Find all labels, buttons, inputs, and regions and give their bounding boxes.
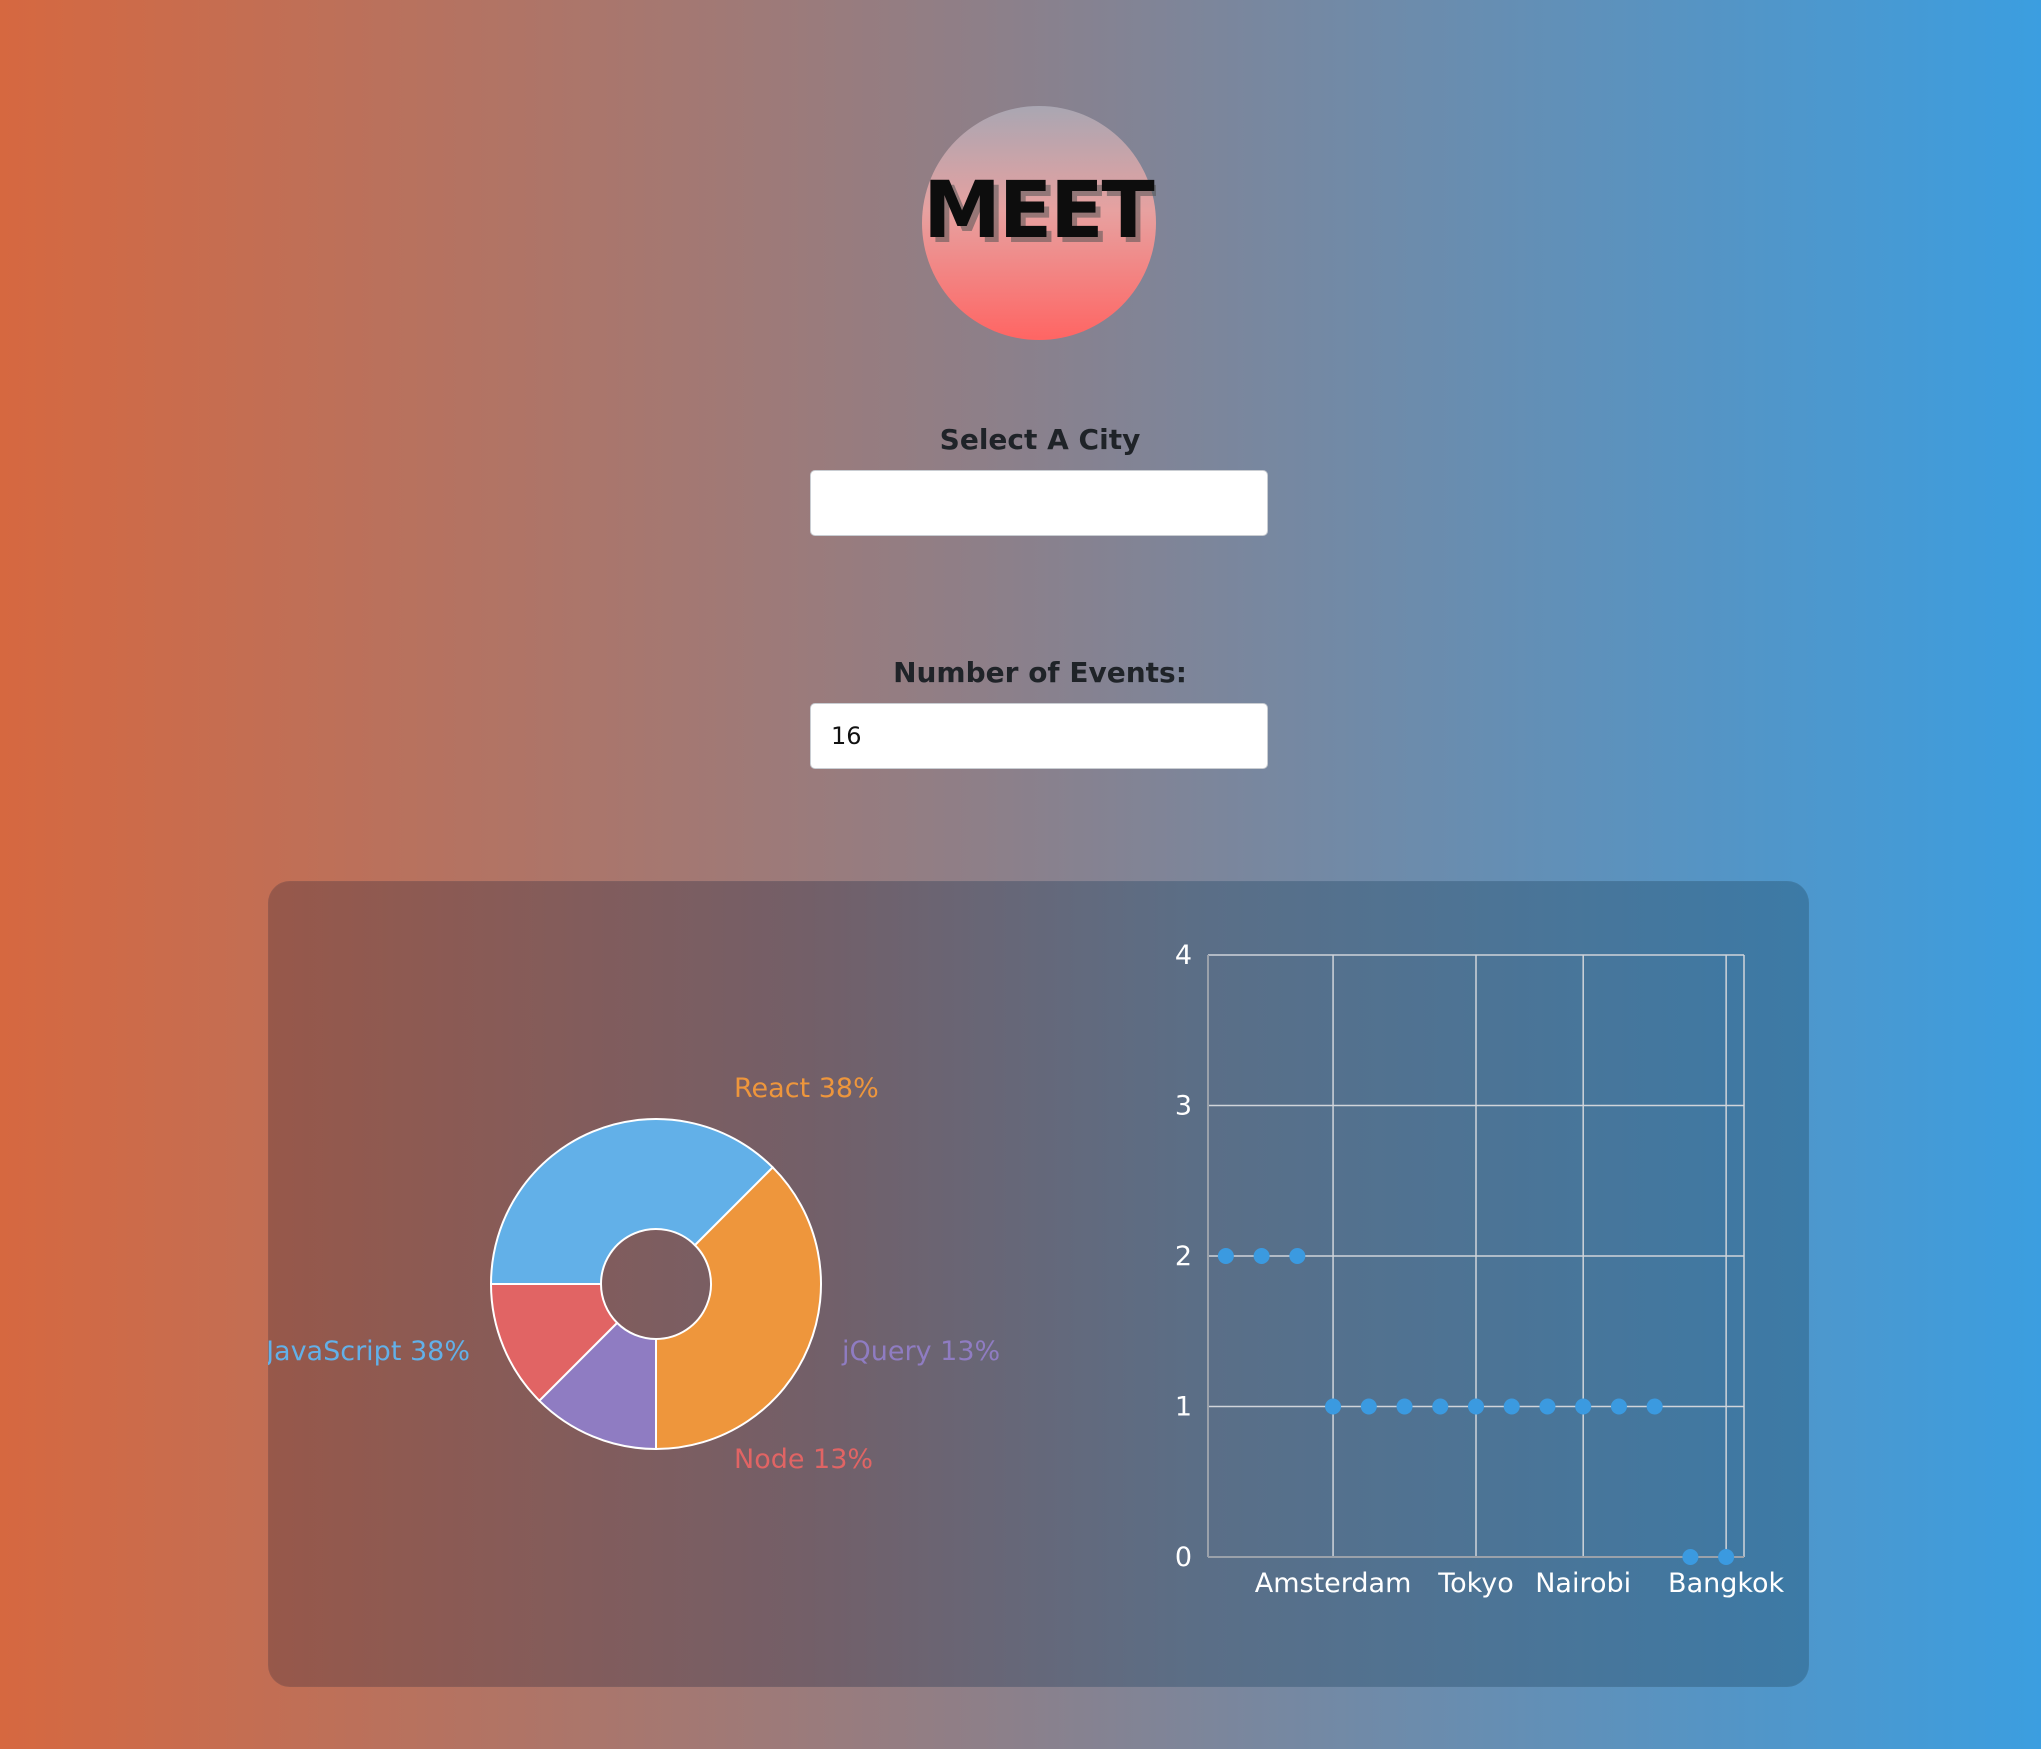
- scatter-point: [1503, 1398, 1520, 1415]
- scatter-point: [1718, 1549, 1735, 1565]
- meet-logo-graphic: MEET MEET: [923, 166, 1156, 261]
- pie-label-jquery: jQuery 13%: [841, 1336, 1000, 1367]
- y-tick-label: 3: [1175, 1091, 1192, 1122]
- pie-label-node: Node 13%: [734, 1444, 873, 1475]
- scatter-point: [1360, 1398, 1377, 1415]
- x-tick-label: Amsterdam: [1255, 1568, 1412, 1599]
- events-scatter-chart: 0 1 2 3 4 Amsterdam Tokyo Nairobi Bangkok: [1175, 940, 1785, 1599]
- scatter-point: [1289, 1248, 1306, 1264]
- charts-canvas: React 38% jQuery 13% Node 13% JavaScript 38…: [268, 940, 1785, 1599]
- scatter-point: [1396, 1398, 1413, 1415]
- scatter-point: [1432, 1398, 1449, 1415]
- scatter-point: [1253, 1248, 1270, 1264]
- city-search-input[interactable]: [810, 470, 1268, 536]
- pie-label-javascript: JavaScript 38%: [268, 1336, 470, 1367]
- charts-panel: React 38% jQuery 13% Node 13% JavaScript 38…: [268, 881, 1809, 1687]
- genre-pie-chart: React 38% jQuery 13% Node 13% JavaScript 38…: [268, 1073, 1000, 1475]
- scatter-point: [1217, 1248, 1234, 1264]
- scatter-point: [1539, 1398, 1556, 1415]
- scatter-point: [1575, 1398, 1592, 1415]
- scatter-point: [1468, 1398, 1484, 1415]
- city-search-label: Select A City: [939, 423, 1141, 456]
- scatter-point: [1325, 1398, 1342, 1415]
- event-count-input[interactable]: [810, 703, 1268, 769]
- x-tick-label: Bangkok: [1668, 1568, 1785, 1599]
- x-tick-label: Tokyo: [1437, 1568, 1514, 1599]
- scatter-point: [1682, 1549, 1699, 1565]
- y-tick-label: 0: [1175, 1542, 1192, 1573]
- scatter-point: [1610, 1398, 1627, 1415]
- y-tick-label: 1: [1175, 1392, 1192, 1423]
- logo-text: MEET: [923, 166, 1154, 256]
- scatter-point: [1646, 1398, 1663, 1415]
- event-count-label: Number of Events:: [893, 656, 1187, 689]
- pie-label-react: React 38%: [734, 1073, 879, 1104]
- app-logo: MEET MEET: [922, 106, 1156, 340]
- y-tick-label: 4: [1175, 940, 1192, 971]
- x-tick-label: Nairobi: [1535, 1568, 1631, 1599]
- y-tick-label: 2: [1175, 1241, 1192, 1272]
